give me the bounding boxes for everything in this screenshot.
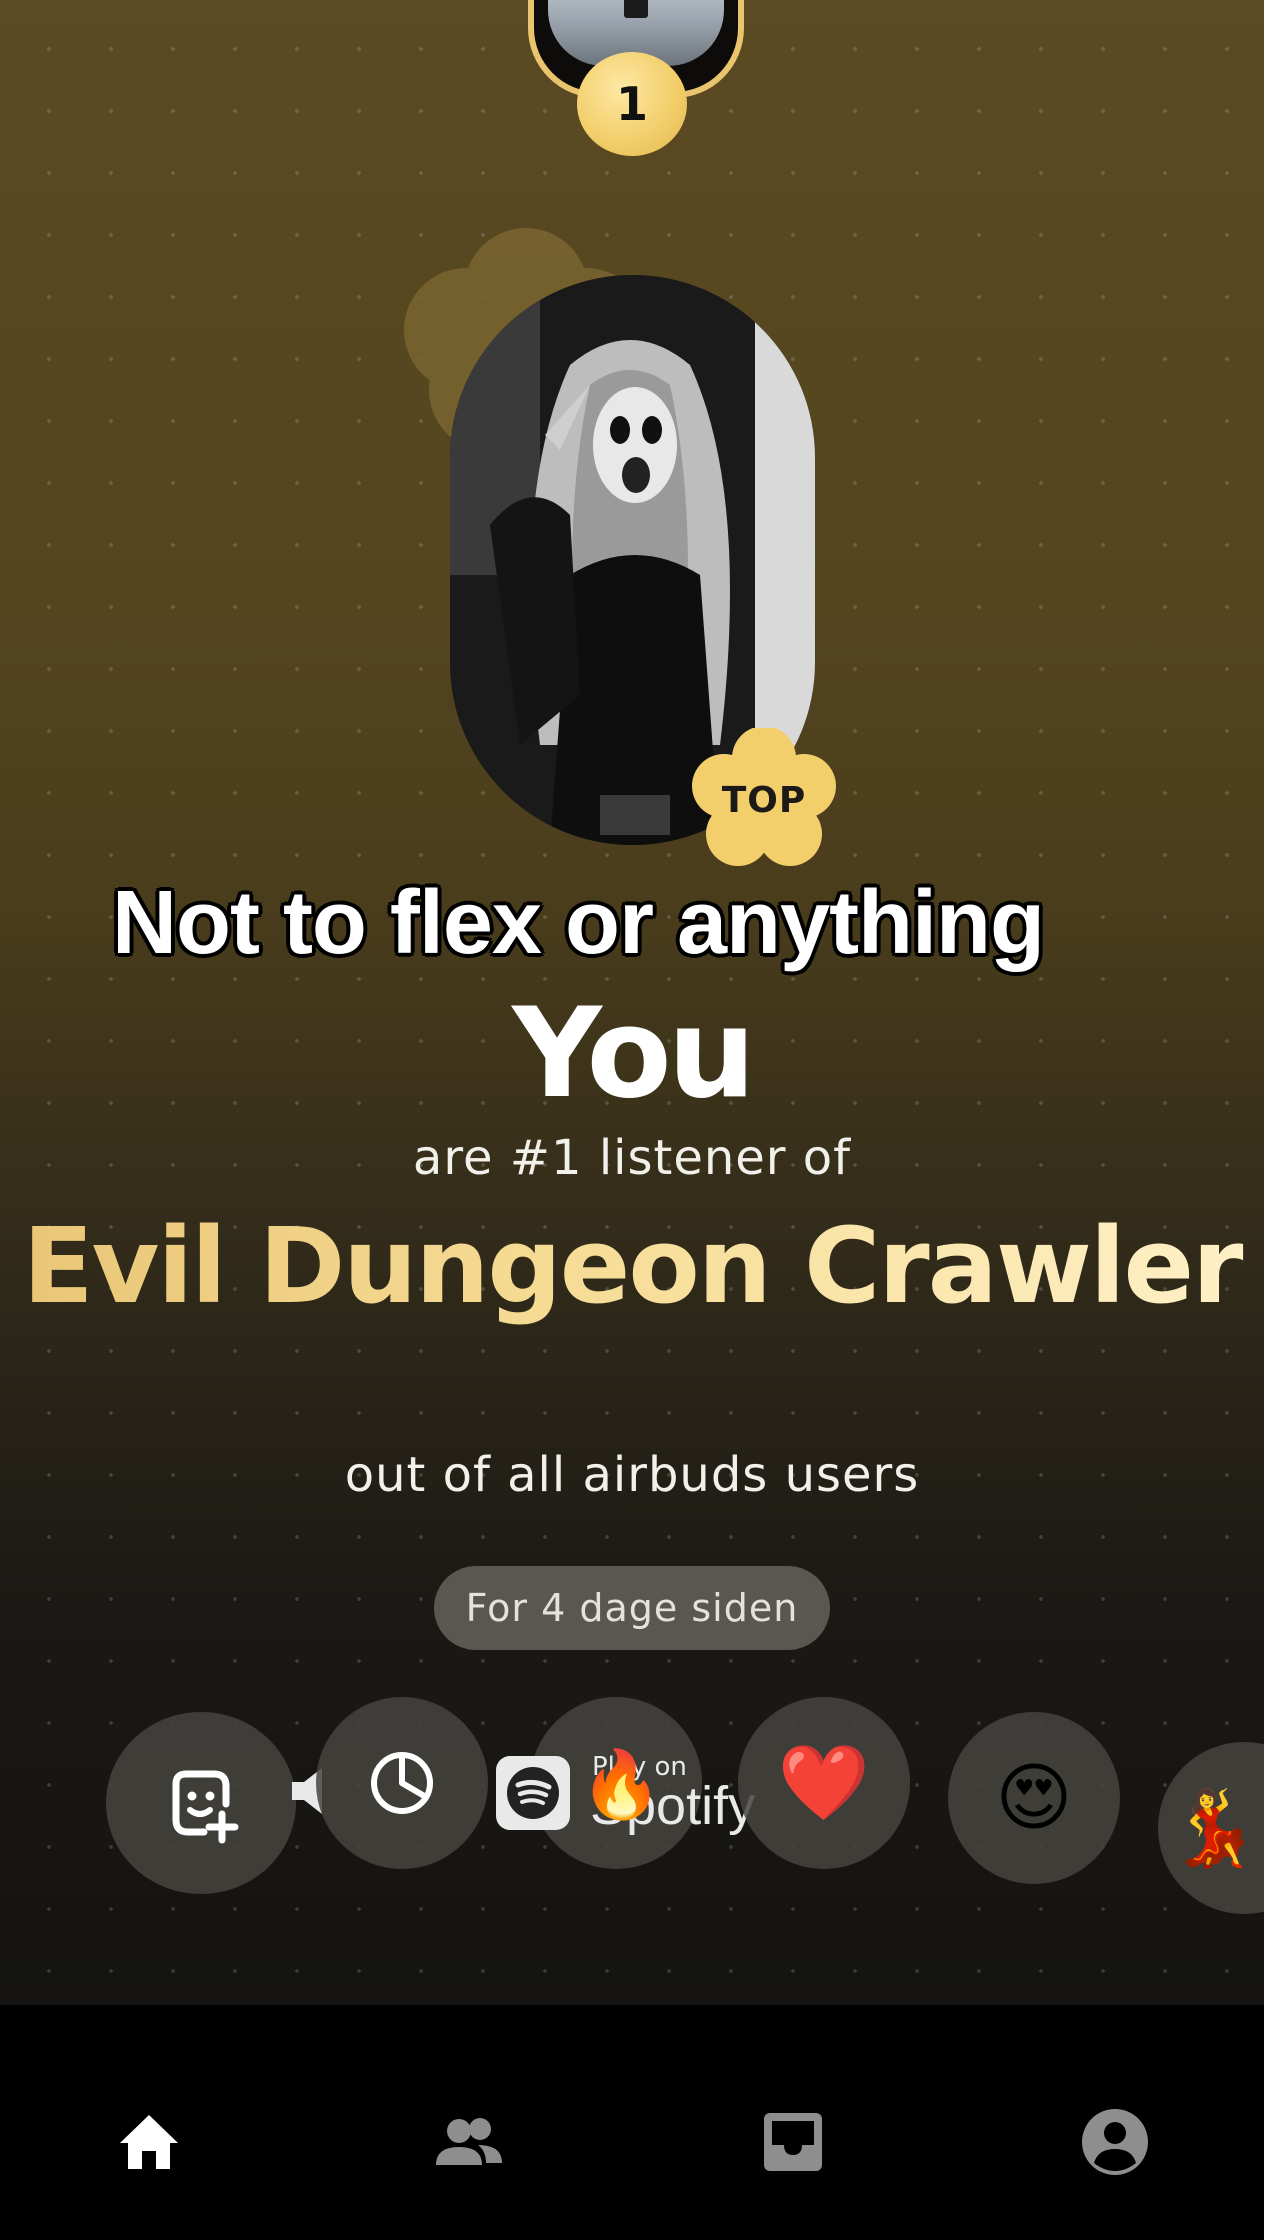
friends-icon xyxy=(436,2118,502,2165)
headline-footer: out of all airbuds users xyxy=(344,1447,920,1503)
spotify-icon[interactable] xyxy=(496,1756,570,1830)
profile-icon xyxy=(1082,2109,1148,2175)
heart-eyes-reaction[interactable]: 😍 xyxy=(948,1712,1120,1884)
nav-friends[interactable] xyxy=(434,2107,504,2177)
top-badge-label: TOP xyxy=(721,779,807,821)
add-sticker-button[interactable] xyxy=(106,1712,296,1894)
home-icon xyxy=(120,2115,178,2169)
video-caption: Not to flex or anything xyxy=(112,873,1045,973)
nav-inbox[interactable] xyxy=(758,2107,828,2177)
headline-you: You xyxy=(512,982,756,1126)
timer-icon xyxy=(371,1752,433,1814)
heart-emoji: ❤️ xyxy=(777,1740,871,1826)
add-sticker-icon xyxy=(172,1770,239,1844)
inbox-icon xyxy=(764,2113,822,2171)
headline-subtitle: are #1 listener of xyxy=(412,1130,852,1186)
heart-eyes-emoji: 😍 xyxy=(995,1755,1073,1841)
timer-button[interactable] xyxy=(316,1697,488,1869)
bottom-nav xyxy=(0,2005,1264,2240)
nav-home[interactable] xyxy=(114,2107,184,2177)
timestamp-pill: For 4 dage siden xyxy=(434,1566,830,1650)
heart-reaction[interactable]: ❤️ xyxy=(738,1697,910,1869)
dancer-reaction[interactable]: 💃 xyxy=(1158,1742,1264,1914)
rank-badge: 1 xyxy=(577,52,687,156)
dancer-emoji: 💃 xyxy=(1167,1785,1261,1871)
fire-emoji[interactable]: 🔥 xyxy=(580,1752,662,1818)
artist-name[interactable]: Evil Dungeon Crawler xyxy=(0,1205,1264,1327)
nav-profile[interactable] xyxy=(1080,2107,1150,2177)
top-badge: TOP xyxy=(690,726,838,872)
feed-card: 1 TOP Not to flex or anything You are #1… xyxy=(0,0,1264,2005)
